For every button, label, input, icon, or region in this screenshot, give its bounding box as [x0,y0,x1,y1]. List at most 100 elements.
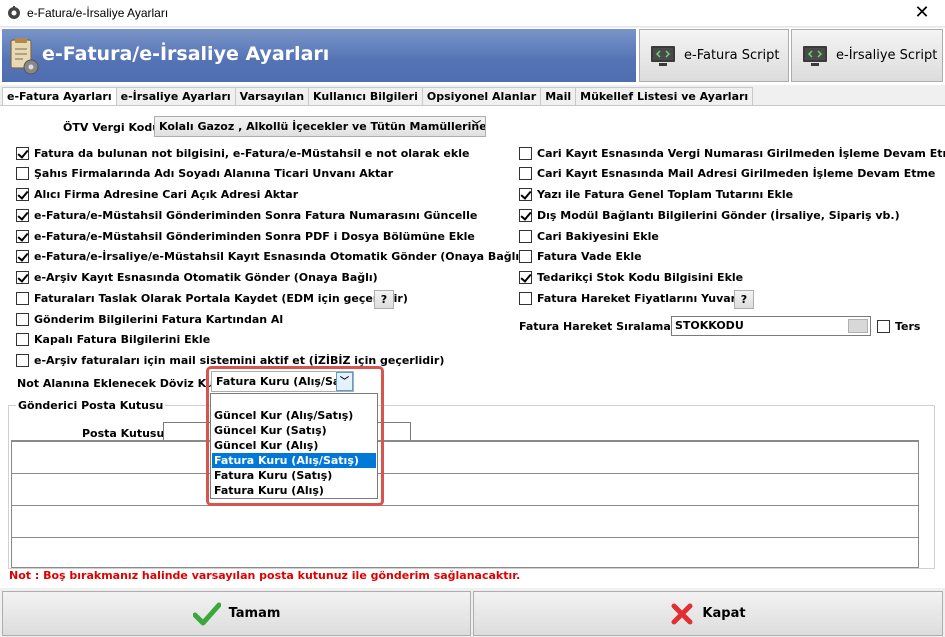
check-tedarikci-stok[interactable]: Tedarikçi Stok Kodu Bilgisini Ekle [519,271,743,284]
checkbox[interactable] [16,271,29,284]
window-title: e-Fatura/e-İrsaliye Ayarları [27,6,169,20]
tab-efatura[interactable]: e-Fatura Ayarları [2,87,117,106]
check-ters[interactable]: Ters [877,320,920,333]
check-mail-adresi[interactable]: Cari Kayıt Esnasında Mail Adresi Girilme… [519,167,935,180]
check-dis-modul[interactable]: Dış Modül Bağlantı Bilgilerini Gönder (İ… [519,209,900,222]
checkbox[interactable] [16,354,29,367]
checkbox-label: Fatura Vade Ekle [537,250,642,263]
checkbox[interactable] [877,320,890,333]
chevron-down-icon[interactable]: ﹀ [336,372,353,391]
dropdown-option-selected[interactable]: Fatura Kuru (Alış/Satış) [212,453,376,468]
checkbox[interactable] [519,147,532,160]
efatura-script-button[interactable]: e-Fatura Script [639,29,789,82]
check-cari-bakiye[interactable]: Cari Bakiyesini Ekle [519,230,659,243]
checkbox[interactable] [16,147,29,160]
checkbox-label: Faturaları Taslak Olarak Portala Kaydet … [34,292,408,305]
checkbox-label: Dış Modül Bağlantı Bilgilerini Gönder (İ… [537,209,900,222]
check-gonderim-bilgi[interactable]: Gönderim Bilgilerini Fatura Kartından Al [16,313,283,326]
help-button-yuvarla[interactable]: ? [734,290,754,309]
checkbox[interactable] [519,292,532,305]
tab-eirsaliye[interactable]: e-İrsaliye Ayarları [115,87,236,105]
close-button[interactable]: ✕ [899,0,945,27]
doviz-label: Not Alanına Eklenecek Döviz Kuru [17,377,227,390]
dropdown-option[interactable]: Güncel Kur (Alış) [212,438,376,453]
doviz-value: Fatura Kuru (Alış/Sat [216,375,346,388]
checkbox-label: Fatura da bulunan not bilgisini, e-Fatur… [34,147,470,160]
checkbox[interactable] [16,250,29,263]
checkbox-label: Gönderim Bilgilerini Fatura Kartından Al [34,313,284,326]
header-banner: e-Fatura/e-İrsaliye Ayarları e-Fatura Sc… [0,28,945,85]
otv-value: Kolalı Gazoz , Alkollü İçecekler ve Tütü… [159,120,486,133]
efatura-script-label: e-Fatura Script [684,48,780,63]
check-earsiv-otomatik[interactable]: e-Arşiv Kayıt Esnasında Otomatik Gönder … [16,271,378,284]
dropdown-option[interactable]: Fatura Kuru (Alış) [212,483,376,498]
checkbox[interactable] [519,209,532,222]
checkbox[interactable] [16,188,29,201]
checkbox[interactable] [519,271,532,284]
check-pdf-dosya[interactable]: e-Fatura/e-Müstahsil Gönderiminden Sonra… [16,230,475,243]
checkbox[interactable] [519,167,532,180]
check-icon [192,602,221,625]
tab-opsiyonel[interactable]: Opsiyonel Alanlar [421,87,542,105]
code-monitor-icon [651,45,675,66]
otv-select[interactable]: Kolalı Gazoz , Alkollü İçecekler ve Tütü… [154,116,486,137]
check-yazi-ile[interactable]: Yazı ile Fatura Genel Toplam Tutarını Ek… [519,188,793,201]
checkbox-label: Kapalı Fatura Bilgilerini Ekle [34,333,211,346]
checkbox[interactable] [16,167,29,180]
otv-label: ÖTV Vergi Kodu [63,121,161,134]
ok-label: Tamam [228,606,281,621]
banner-title: e-Fatura/e-İrsaliye Ayarları [42,43,330,65]
banner-head: e-Fatura/e-İrsaliye Ayarları [2,29,636,82]
checkbox-label: e-Arşiv Kayıt Esnasında Otomatik Gönder … [34,271,378,284]
tab-mail[interactable]: Mail [540,87,577,105]
checkbox[interactable] [16,333,29,346]
check-earsiv-mail[interactable]: e-Arşiv faturaları için mail sistemini a… [16,354,444,367]
siralama-field[interactable]: STOKKODU [671,316,871,336]
eirsaliye-script-label: e-İrsaliye Script [836,48,938,63]
ok-button[interactable]: Tamam [2,591,471,636]
checkbox-label: e-Fatura/e-Müstahsil Gönderiminden Sonra… [34,209,478,222]
document-settings-icon [10,38,39,75]
dropdown-option[interactable]: Fatura Kuru (Satış) [212,468,376,483]
siralama-value: STOKKODU [675,319,744,332]
doviz-select[interactable]: Fatura Kuru (Alış/Sat ﹀ [211,371,354,392]
dropdown-option[interactable]: Güncel Kur (Alış/Satış) [212,408,376,423]
tab-varsayilan[interactable]: Varsayılan [234,87,310,105]
check-vergi-no[interactable]: Cari Kayıt Esnasında Vergi Numarası Giri… [519,147,945,160]
checkbox[interactable] [519,230,532,243]
check-not-bilgisi[interactable]: Fatura da bulunan not bilgisini, e-Fatur… [16,147,469,160]
close-icon [671,603,693,624]
check-hareket-yuvarla[interactable]: Fatura Hareket Fiyatlarını Yuvarla [519,292,747,305]
cancel-label: Kapat [702,606,746,621]
dropdown-option[interactable]: Güncel Kur (Satış) [212,423,376,438]
checkbox-label: Yazı ile Fatura Genel Toplam Tutarını Ek… [537,188,794,201]
app-icon [8,6,20,19]
chevron-down-icon: ﹀ [471,121,481,131]
eirsaliye-script-button[interactable]: e-İrsaliye Script [791,29,943,82]
checkbox[interactable] [16,292,29,305]
checkbox[interactable] [16,313,29,326]
code-monitor-icon [803,45,827,66]
check-otomatik-gonder[interactable]: e-Fatura/e-İrsaliye/e-Müstahsil Kayıt Es… [16,250,524,263]
checkbox[interactable] [16,230,29,243]
help-button-taslak[interactable]: ? [374,290,394,309]
checkbox[interactable] [519,250,532,263]
check-alici-adres[interactable]: Alıcı Firma Adresine Cari Açık Adresi Ak… [16,188,298,201]
checkbox[interactable] [16,209,29,222]
checkbox[interactable] [519,188,532,201]
tab-kullanici[interactable]: Kullanıcı Bilgileri [308,87,423,105]
posta-kutusu-label: Posta Kutusu [82,427,165,440]
check-kapali-fatura[interactable]: Kapalı Fatura Bilgilerini Ekle [16,333,210,346]
cancel-button[interactable]: Kapat [473,591,943,636]
doviz-dropdown-list[interactable]: Güncel Kur (Alış/Satış) Güncel Kur (Satı… [210,393,378,499]
checkbox-label: e-Fatura/e-İrsaliye/e-Müstahsil Kayıt Es… [34,250,525,263]
check-fatura-numara[interactable]: e-Fatura/e-Müstahsil Gönderiminden Sonra… [16,209,477,222]
check-sahis-firma[interactable]: Şahıs Firmalarında Adı Soyadı Alanına Ti… [16,167,393,180]
posta-grid[interactable] [11,440,919,568]
lookup-button[interactable] [848,319,868,333]
siralama-label: Fatura Hareket Sıralaması [519,320,682,333]
check-taslak-kaydet[interactable]: Faturaları Taslak Olarak Portala Kaydet … [16,292,408,305]
grid-row-line [12,505,918,506]
tab-mukellef[interactable]: Mükellef Listesi ve Ayarları [575,87,754,105]
check-fatura-vade[interactable]: Fatura Vade Ekle [519,250,642,263]
